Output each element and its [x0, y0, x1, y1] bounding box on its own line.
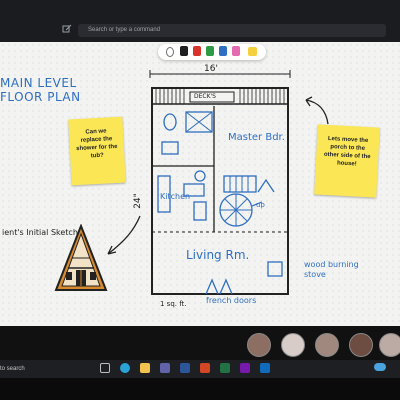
teams-icon[interactable] [160, 363, 170, 373]
bottom-bezel [0, 378, 400, 400]
deck-label: DECK'S [194, 93, 216, 100]
participant-5-avatar[interactable] [379, 333, 400, 357]
french-doors-label: french doors [206, 296, 257, 305]
onedrive-icon[interactable] [374, 363, 386, 371]
search-placeholder: Search or type a command [88, 27, 161, 33]
edge-icon[interactable] [120, 363, 130, 373]
powerpoint-icon[interactable] [200, 363, 210, 373]
participant-3-avatar[interactable] [315, 333, 339, 357]
arrow-left-sketch [107, 215, 141, 255]
outlook-icon[interactable] [260, 363, 270, 373]
participant-4-avatar[interactable] [349, 333, 373, 357]
title-line-2: FLOOR PLAN [0, 90, 81, 104]
sticky-note-tool[interactable] [248, 47, 257, 56]
plan-width-label: 16' [204, 64, 218, 74]
pen-green-tool[interactable] [206, 46, 214, 56]
sticky-note-right[interactable]: Lets move the porch to the other side of… [314, 124, 380, 198]
master-bedroom-label: Master Bdr. [228, 132, 285, 143]
client-sketch-image [54, 224, 108, 291]
stove-label: wood burning stove [304, 260, 359, 279]
onenote-icon[interactable] [240, 363, 250, 373]
pen-blue-tool[interactable] [219, 46, 227, 56]
title-line-1: MAIN LEVEL [0, 76, 77, 90]
participant-1-avatar[interactable] [247, 333, 271, 357]
taskbar-search[interactable]: to search [0, 363, 25, 375]
file-explorer-icon[interactable] [140, 363, 150, 373]
highlighter-pink-tool[interactable] [232, 46, 240, 56]
floor-plan-drawing [149, 70, 291, 295]
excel-icon[interactable] [220, 363, 230, 373]
kitchen-label: Kitchen [160, 192, 191, 201]
compose-icon[interactable] [62, 24, 72, 34]
participant-2-avatar[interactable] [281, 333, 305, 357]
pen-black-tool[interactable] [180, 46, 188, 56]
scale-label: 1 sq. ft. [160, 300, 187, 308]
call-participants-bar [0, 326, 400, 360]
task-view-icon[interactable] [100, 363, 110, 373]
sticky-note-left[interactable]: Can we replace the shower for the tub? [68, 116, 126, 186]
living-room-label: Living Rm. [186, 248, 250, 262]
plan-height-label: 24" [132, 193, 143, 209]
lasso-tool[interactable] [166, 47, 174, 57]
pen-red-tool[interactable] [193, 46, 201, 56]
screen: Search or type a command MAIN LEVEL FLOO… [0, 0, 400, 400]
word-icon[interactable] [180, 363, 190, 373]
up-label: up [256, 201, 265, 209]
